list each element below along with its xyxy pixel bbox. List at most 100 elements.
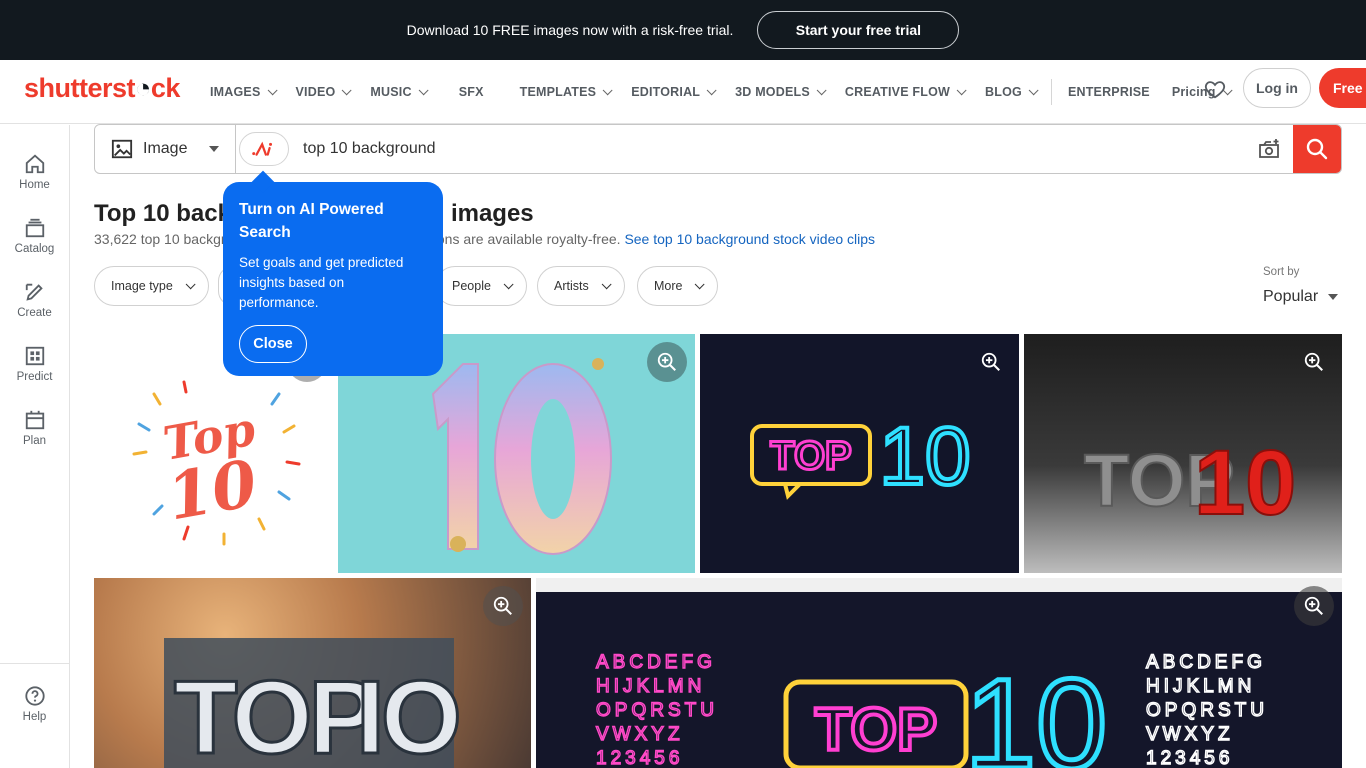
nav-sfx[interactable]: SFX — [459, 85, 484, 99]
result-image-3[interactable]: TOP 10 — [700, 334, 1019, 573]
nav-blog[interactable]: BLOG — [985, 84, 1039, 99]
zoom-button[interactable] — [483, 586, 523, 626]
nav-creative-flow[interactable]: CREATIVE FLOW — [845, 84, 967, 99]
search-bar: Image — [94, 124, 1342, 174]
search-input[interactable] — [289, 125, 1245, 173]
svg-text:OPQRSTU: OPQRSTU — [596, 700, 718, 721]
ai-search-toggle[interactable] — [239, 132, 289, 166]
filter-people[interactable]: People — [435, 266, 527, 306]
zoom-button[interactable] — [1294, 586, 1334, 626]
search-submit-button[interactable] — [1293, 125, 1341, 173]
sidebar-item-create[interactable]: Create — [0, 281, 69, 319]
svg-text:123456: 123456 — [596, 748, 683, 768]
zoom-in-icon — [657, 352, 676, 371]
title-part-a: Top 10 back — [94, 200, 231, 227]
filter-label: Artists — [554, 279, 589, 293]
filter-label: More — [654, 279, 683, 293]
nav-video[interactable]: VIDEO — [295, 84, 352, 99]
left-sidebar: Home Catalog Create Predict Plan Help — [0, 125, 70, 768]
filter-image-type[interactable]: Image type — [94, 266, 209, 306]
promo-bar: Download 10 FREE images now with a risk-… — [0, 0, 1366, 60]
site-header: shutterst◔ck IMAGES VIDEO MUSIC SFX TEMP… — [0, 60, 1366, 124]
grid-icon — [25, 346, 44, 366]
shutterstock-logo[interactable]: shutterst◔ck — [24, 73, 180, 104]
sidebar-item-help[interactable]: Help — [0, 685, 69, 723]
sidebar-item-catalog[interactable]: Catalog — [0, 217, 69, 255]
tooltip-close-button[interactable]: Close — [239, 325, 307, 363]
sort-dropdown[interactable]: Popular — [1263, 288, 1339, 306]
caret-down-icon — [209, 146, 219, 152]
sidebar-item-predict[interactable]: Predict — [0, 345, 69, 383]
chevron-down-icon — [267, 84, 278, 95]
nav-divider — [1050, 79, 1052, 105]
svg-text:TOP: TOP — [770, 434, 852, 478]
nav-music[interactable]: MUSIC — [370, 84, 429, 99]
svg-text:OPQRSTU: OPQRSTU — [1146, 700, 1268, 721]
metal-type-top10-image: TOP IO — [164, 638, 463, 768]
svg-text:10: 10 — [162, 446, 263, 535]
filter-label: Image type — [111, 279, 173, 293]
svg-text:TOP: TOP — [174, 660, 375, 768]
chevron-down-icon — [342, 84, 352, 95]
search-type-label: Image — [143, 140, 188, 157]
result-image-5[interactable]: TOP IO — [94, 578, 531, 768]
image-icon — [111, 139, 133, 159]
chevron-down-icon — [706, 84, 717, 95]
chevron-down-icon — [418, 84, 429, 95]
logo-o-icon: ◔ — [135, 73, 151, 103]
alpha-row: ABCDEFG — [596, 652, 716, 673]
svg-text:10: 10 — [879, 411, 970, 502]
chevron-down-icon — [1028, 84, 1039, 95]
svg-text:10: 10 — [965, 653, 1107, 768]
filter-label: People — [452, 279, 491, 293]
title-part-b: images — [450, 200, 534, 227]
sidebar-item-label: Create — [17, 307, 52, 319]
zoom-button[interactable] — [647, 342, 687, 382]
free-trial-button[interactable]: Free t — [1319, 68, 1366, 108]
nav-enterprise[interactable]: ENTERPRISE — [1068, 85, 1150, 99]
start-free-trial-button[interactable]: Start your free trial — [757, 11, 960, 49]
search-type-dropdown[interactable]: Image — [95, 125, 236, 173]
result-count-a: 33,622 top 10 backgr — [94, 231, 226, 247]
reverse-image-search-button[interactable] — [1245, 125, 1293, 173]
filter-more[interactable]: More — [637, 266, 719, 306]
svg-text:ABCDEFG: ABCDEFG — [1146, 652, 1266, 673]
nav-editorial[interactable]: EDITORIAL — [631, 84, 717, 99]
camera-plus-icon — [1259, 139, 1279, 158]
ai-logo-icon — [252, 141, 273, 156]
sidebar-item-label: Catalog — [14, 243, 55, 255]
svg-text:TOP: TOP — [815, 696, 937, 763]
zoom-in-icon — [1304, 352, 1323, 371]
nav-images[interactable]: IMAGES — [210, 84, 278, 99]
sidebar-item-plan[interactable]: Plan — [0, 409, 69, 447]
chevron-down-icon — [816, 84, 827, 95]
nav-3d-models[interactable]: 3D MODELS — [735, 84, 827, 99]
caret-down-icon — [1328, 294, 1339, 300]
nav-label: MUSIC — [370, 85, 412, 99]
main-nav: IMAGES VIDEO MUSIC SFX TEMPLATES EDITORI… — [210, 60, 1251, 124]
tooltip-body: Set goals and get predicted insights bas… — [239, 255, 404, 310]
filter-artists[interactable]: Artists — [537, 266, 625, 306]
nav-templates[interactable]: TEMPLATES — [519, 84, 613, 99]
zoom-button[interactable] — [1294, 342, 1334, 382]
3d-top10-image: TOP 10 — [1083, 431, 1297, 535]
nav-label: TEMPLATES — [519, 85, 597, 99]
login-button[interactable]: Log in — [1243, 68, 1311, 108]
svg-text:VWXYZ: VWXYZ — [1146, 724, 1234, 745]
zoom-button[interactable] — [971, 342, 1011, 382]
nav-label: VIDEO — [295, 85, 336, 99]
chevron-down-icon — [185, 278, 196, 289]
chevron-down-icon — [503, 278, 514, 289]
result-image-6[interactable]: ABCDEFG HIJKLMN OPQRSTU VWXYZ 123456 ABC… — [536, 578, 1342, 768]
result-image-4[interactable]: TOP 10 — [1024, 334, 1342, 573]
nav-label: BLOG — [985, 85, 1022, 99]
heart-icon[interactable] — [1204, 78, 1226, 100]
zoom-in-icon — [493, 596, 512, 615]
sort-value: Popular — [1263, 288, 1319, 305]
video-clips-link[interactable]: See top 10 background stock video clips — [624, 231, 875, 247]
catalog-icon — [25, 218, 44, 238]
help-icon — [24, 686, 45, 706]
ai-search-tooltip: Turn on AI Powered Search Set goals and … — [223, 182, 443, 376]
sidebar-item-home[interactable]: Home — [0, 153, 69, 191]
nav-label: SFX — [458, 85, 484, 99]
